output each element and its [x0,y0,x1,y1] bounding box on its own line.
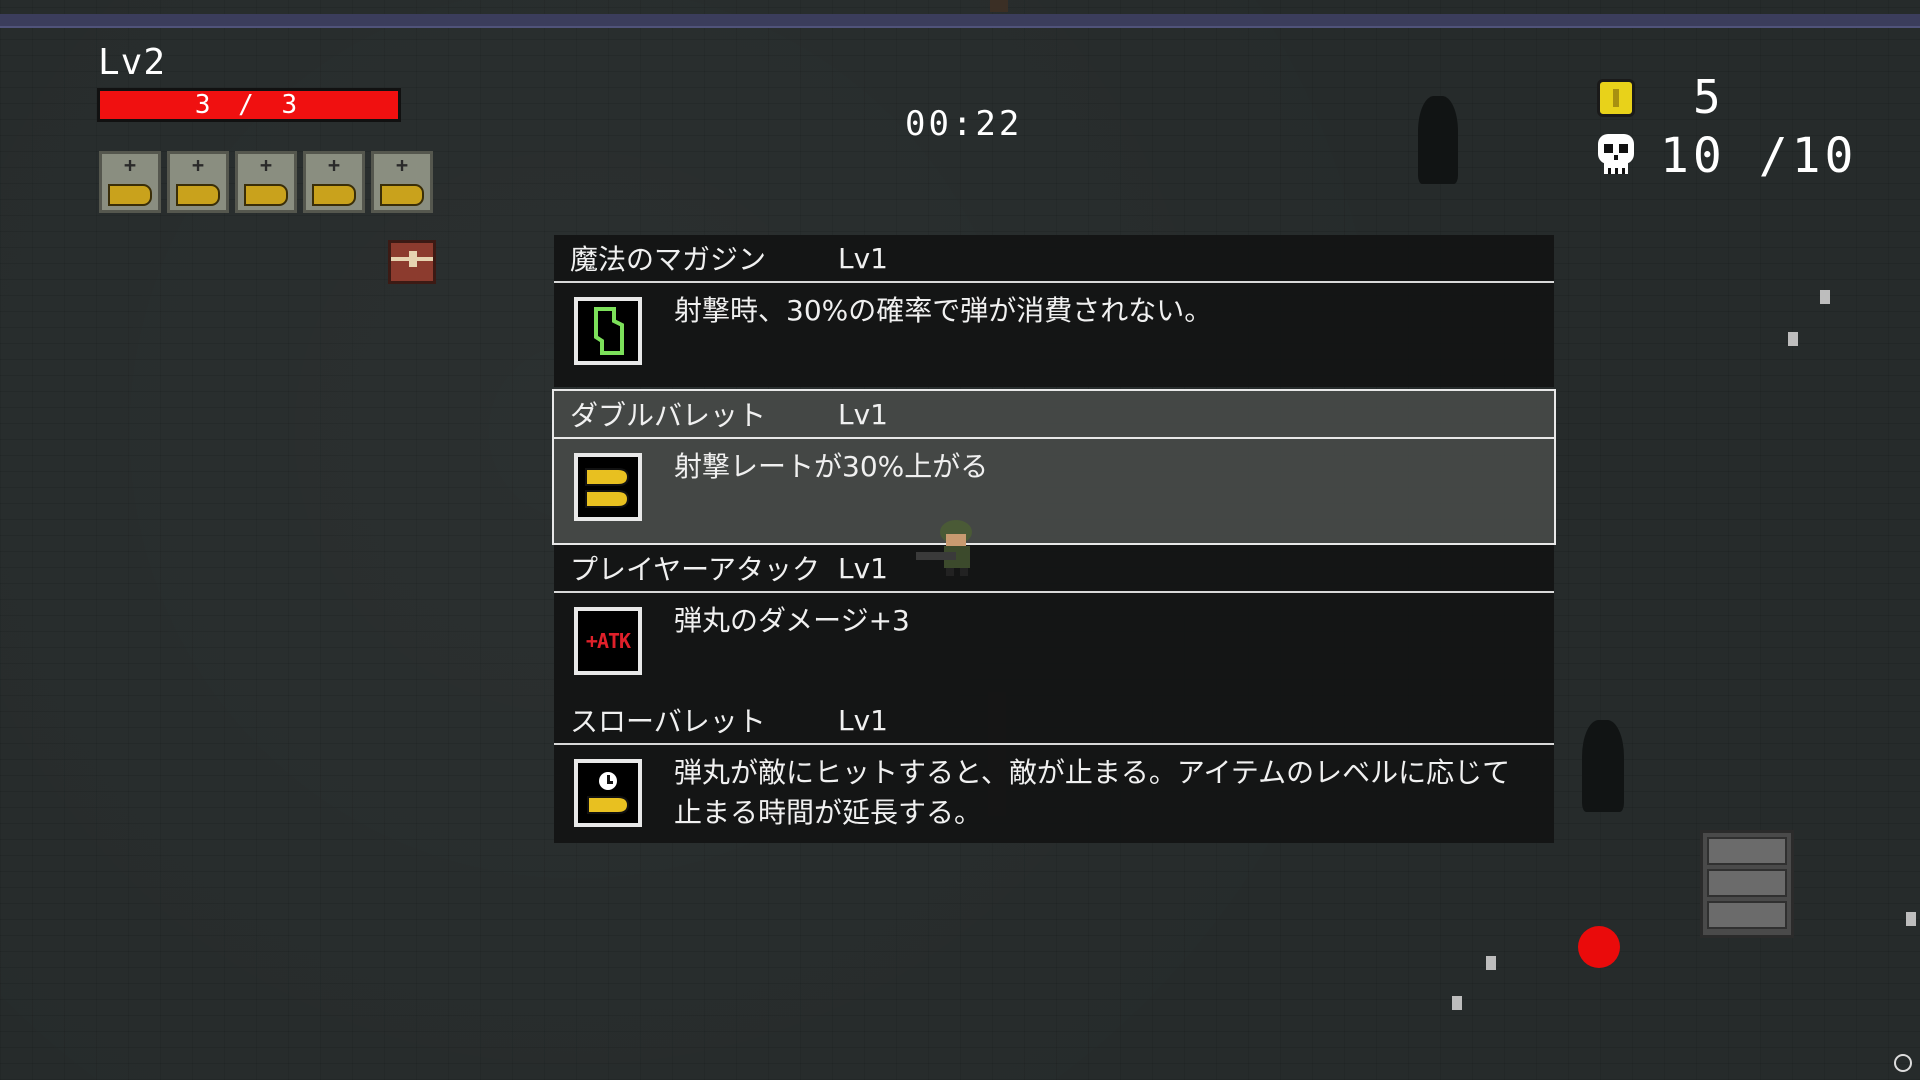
upgrade-level: Lv1 [838,551,888,585]
enemy-dot [1578,926,1620,968]
ammo-slot: + [371,151,433,213]
ammo-plus-label: + [395,153,409,177]
kill-count: 10 /10 [1660,128,1858,184]
upgrade-option-double-bullet[interactable]: ダブルバレット Lv1 射撃レートが30%上がる [552,389,1556,545]
hp-bar: 3 / 3 [97,88,401,122]
upgrade-description: 射撃時、30%の確率で弾が消費されない。 [674,294,1213,327]
upgrade-description: 弾丸が敵にヒットすると、敵が止まる。アイテムのレベルに応じて止まる時間が延長する… [674,756,1511,829]
game-timer: 00:22 [905,104,1023,144]
wooden-post [990,0,1008,12]
slow-bullet-icon [574,759,642,827]
ammo-plus-label: + [327,153,341,177]
ammo-plus-label: + [259,153,273,177]
upgrade-option-slow-bullet[interactable]: スローバレット Lv1 弾丸が敵にヒットすると、敵が止まる。アイテムのレベルに応… [554,697,1554,843]
rock-decoration [1486,956,1496,970]
upgrade-option-magic-magazine[interactable]: 魔法のマガジン Lv1 射撃時、30%の確率で弾が消費されない。 [554,235,1554,387]
player-level: Lv2 [98,42,167,83]
upgrade-body: 射撃時、30%の確率で弾が消費されない。 [554,283,1554,387]
ammo-plus-label: + [191,153,205,177]
upgrade-description: 射撃レートが30%上がる [674,450,989,483]
ammo-slot: + [167,151,229,213]
rock-decoration [1906,912,1916,926]
upgrade-name: 魔法のマガジン [570,243,767,276]
upgrade-header: プレイヤーアタック Lv1 [554,545,1554,593]
upgrade-option-player-attack[interactable]: プレイヤーアタック Lv1 +ATK 弾丸のダメージ+3 [554,545,1554,697]
bullet-icon [108,184,152,206]
ammo-slot: + [303,151,365,213]
tombstone-shadow [1582,720,1624,812]
rock-decoration [1820,290,1830,304]
atk-icon: +ATK [574,607,642,675]
hp-text: 3 / 3 [194,90,304,120]
atk-icon-label: +ATK [585,629,631,653]
upgrade-name: プレイヤーアタック [570,553,821,586]
upgrade-selection-panel: 魔法のマガジン Lv1 射撃時、30%の確率で弾が消費されない。 ダブルバレット… [552,235,1556,843]
skull-icon [1598,134,1634,174]
upgrade-level: Lv1 [838,397,888,431]
rock-decoration [1452,996,1462,1010]
ammo-slot: + [99,151,161,213]
stone-crate [1700,830,1794,938]
magazine-icon [574,297,642,365]
upgrade-description: 弾丸のダメージ+3 [674,604,910,637]
upgrade-header: 魔法のマガジン Lv1 [554,235,1554,283]
upgrade-body: 射撃レートが30%上がる [554,439,1554,543]
treasure-chest-icon [388,240,436,284]
coin-count: 5 [1693,70,1721,124]
player-soldier-icon [916,520,972,576]
rock-decoration [1788,332,1798,346]
coin-icon [1597,79,1635,117]
upgrade-name: スローバレット [570,705,766,738]
upgrade-body: 弾丸が敵にヒットすると、敵が止まる。アイテムのレベルに応じて止まる時間が延長する… [554,745,1554,843]
settings-icon[interactable] [1894,1054,1912,1072]
bullet-icon [312,184,356,206]
double-bullet-icon [574,453,642,521]
upgrade-level: Lv1 [838,703,888,737]
upgrade-header: ダブルバレット Lv1 [554,391,1554,439]
upgrade-header: スローバレット Lv1 [554,697,1554,745]
top-border-bar [0,14,1920,28]
tombstone-shadow [1418,96,1458,184]
upgrade-level: Lv1 [838,241,888,275]
bullet-icon [176,184,220,206]
upgrade-body: +ATK 弾丸のダメージ+3 [554,593,1554,697]
ammo-slots: + + + + + [99,151,433,213]
bullet-icon [380,184,424,206]
ammo-slot: + [235,151,297,213]
upgrade-name: ダブルバレット [570,399,767,432]
ammo-plus-label: + [123,153,137,177]
bullet-icon [244,184,288,206]
